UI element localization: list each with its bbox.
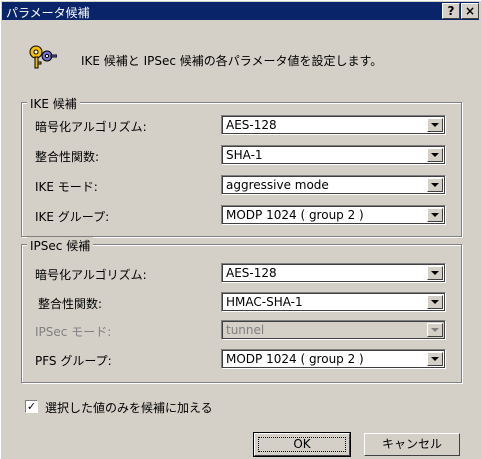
ike-encryption-value: AES-128 xyxy=(226,118,277,132)
cancel-button[interactable]: キャンセル xyxy=(364,433,460,456)
keys-icon xyxy=(29,45,57,69)
ipsec-group-legend: IPSec 候補 xyxy=(27,237,94,254)
ipsec-candidates-group: IPSec 候補 暗号化アルゴリズム: AES-128 整合性関数: HMAC-… xyxy=(21,237,462,383)
chevron-down-icon xyxy=(427,323,443,337)
pfs-group-select[interactable]: MODP 1024 ( group 2 ) xyxy=(221,349,446,369)
ike-group-select[interactable]: MODP 1024 ( group 2 ) xyxy=(221,205,446,225)
chevron-down-icon[interactable] xyxy=(427,352,443,366)
title-bar[interactable]: パラメータ候補 ? × xyxy=(2,2,479,20)
ok-button[interactable]: OK xyxy=(253,432,351,457)
ike-integrity-select[interactable]: SHA-1 xyxy=(221,145,446,165)
ipsec-mode-value: tunnel xyxy=(226,323,265,337)
chevron-down-icon[interactable] xyxy=(427,295,443,309)
ike-mode-label: IKE モード: xyxy=(35,180,98,194)
ike-integrity-value: SHA-1 xyxy=(226,148,263,162)
chevron-down-icon[interactable] xyxy=(427,148,443,162)
pfs-group-label: PFS グループ: xyxy=(35,354,112,368)
ike-mode-select[interactable]: aggressive mode xyxy=(221,175,446,195)
selected-only-checkbox[interactable]: ✓ xyxy=(25,400,38,413)
ipsec-encryption-select[interactable]: AES-128 xyxy=(221,263,446,283)
ike-group-value: MODP 1024 ( group 2 ) xyxy=(226,208,364,222)
ike-integrity-label: 整合性関数: xyxy=(35,150,100,164)
selected-only-label[interactable]: 選択した値のみを候補に加える xyxy=(45,399,213,416)
ike-encryption-select[interactable]: AES-128 xyxy=(221,115,446,135)
chevron-down-icon[interactable] xyxy=(427,178,443,192)
ipsec-integrity-select[interactable]: HMAC-SHA-1 xyxy=(221,292,446,312)
window-title: パラメータ候補 xyxy=(6,6,90,20)
ipsec-encryption-value: AES-128 xyxy=(226,266,277,280)
pfs-group-value: MODP 1024 ( group 2 ) xyxy=(226,352,364,366)
close-button[interactable]: × xyxy=(461,3,479,19)
description-text: IKE 候補と IPSec 候補の各パラメータ値を設定します。 xyxy=(81,54,383,68)
chevron-down-icon[interactable] xyxy=(427,266,443,280)
ike-group-label: IKE グループ: xyxy=(35,210,110,224)
ike-mode-value: aggressive mode xyxy=(226,178,329,192)
ok-button-label: OK xyxy=(258,437,346,452)
ipsec-mode-label: IPSec モード: xyxy=(35,325,112,339)
ipsec-encryption-label: 暗号化アルゴリズム: xyxy=(35,268,147,282)
ipsec-integrity-value: HMAC-SHA-1 xyxy=(226,295,303,309)
ike-encryption-label: 暗号化アルゴリズム: xyxy=(35,120,147,134)
chevron-down-icon[interactable] xyxy=(427,118,443,132)
ipsec-integrity-label: 整合性関数: xyxy=(38,297,103,311)
chevron-down-icon[interactable] xyxy=(427,208,443,222)
ike-group-legend: IKE 候補 xyxy=(27,95,80,112)
help-button[interactable]: ? xyxy=(442,3,460,19)
ike-candidates-group: IKE 候補 暗号化アルゴリズム: AES-128 整合性関数: SHA-1 I… xyxy=(21,95,462,237)
parameter-candidates-dialog: パラメータ候補 ? × IKE 候補と IPSec 候補の各パラメータ値を設定し… xyxy=(0,0,481,459)
ipsec-mode-select: tunnel xyxy=(221,320,446,340)
